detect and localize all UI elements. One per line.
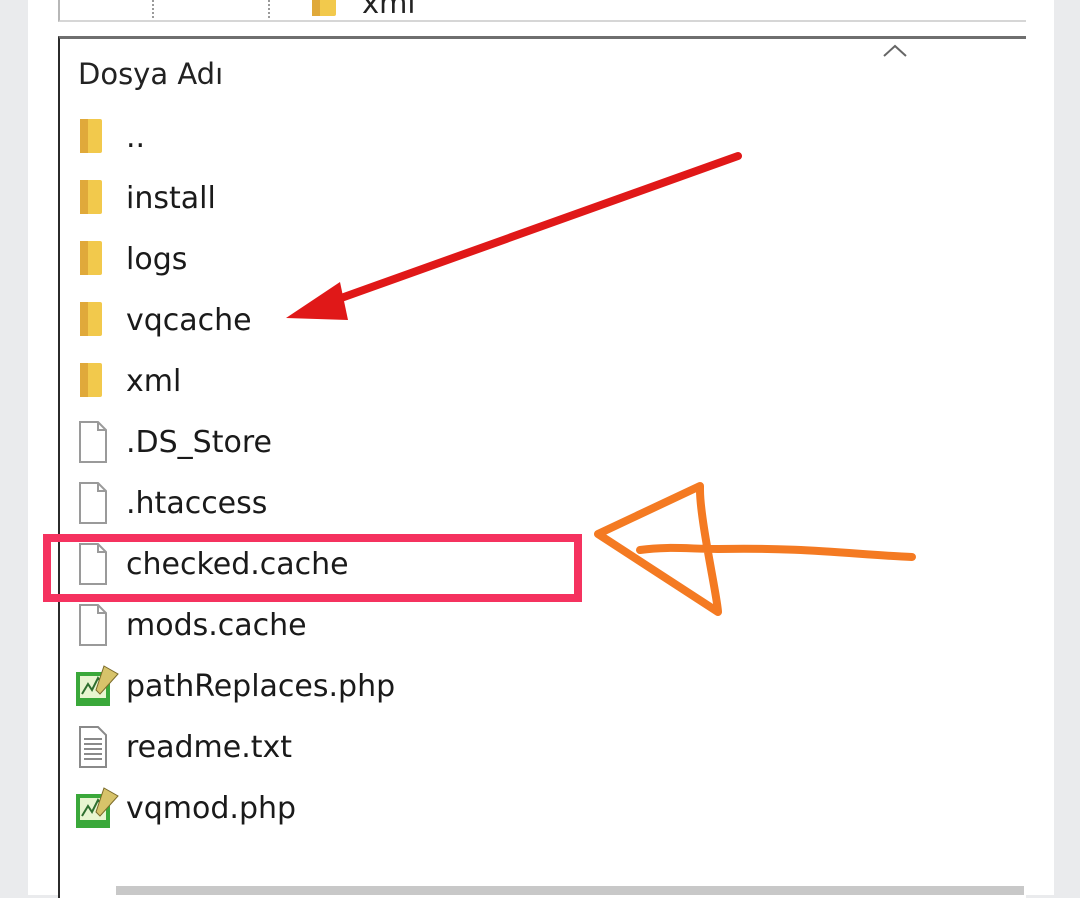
file-name: vqcache [126,303,252,338]
file-row[interactable]: checked.cache [60,536,1020,597]
file-name: checked.cache [126,547,349,582]
file-icon [74,603,122,651]
folder-icon [74,237,122,285]
file-name: install [126,181,216,216]
file-row[interactable]: pathReplaces.php [60,658,1020,719]
folder-icon [74,359,122,407]
file-row[interactable]: install [60,170,1020,231]
tree-guide-line [152,0,154,18]
file-row[interactable]: xml [60,353,1020,414]
sort-chevron-up-icon[interactable] [880,41,910,61]
file-name: mods.cache [126,608,307,643]
folder-icon [310,0,340,20]
column-header-filename[interactable]: Dosya Adı [78,57,223,91]
file-icon [74,481,122,529]
text-file-icon [74,725,122,773]
file-row[interactable]: .htaccess [60,475,1020,536]
folder-icon [74,115,122,163]
folder-icon [74,298,122,346]
php-file-icon [74,664,122,712]
file-name: .DS_Store [126,425,272,460]
file-row[interactable]: .. [60,109,1020,170]
file-name: logs [126,242,188,277]
file-row[interactable]: .DS_Store [60,414,1020,475]
file-row[interactable]: mods.cache [60,597,1020,658]
file-icon [74,542,122,590]
file-row[interactable]: vqmod.php [60,780,1020,841]
php-file-icon [74,786,122,834]
file-row[interactable]: logs [60,231,1020,292]
file-name: .. [126,120,146,155]
file-icon [74,420,122,468]
file-row[interactable]: vqcache [60,292,1020,353]
file-list: .. install logs vqcache xml .DS_Store .htacces… [60,109,1020,841]
file-row[interactable]: readme.txt [60,719,1020,780]
folder-tree-panel: xml [58,0,1026,22]
folder-icon [74,176,122,224]
tree-item-label[interactable]: xml [362,0,415,20]
file-name: xml [126,364,182,399]
file-name: .htaccess [126,486,268,521]
horizontal-scrollbar[interactable] [116,886,1024,895]
file-name: pathReplaces.php [126,669,396,704]
file-list-panel: Dosya Adı .. install logs vqcache xml .DS_Sto… [58,36,1026,898]
tree-guide-line [268,0,270,18]
file-name: vqmod.php [126,791,297,826]
file-name: readme.txt [126,730,293,765]
window-edge [1024,0,1054,895]
